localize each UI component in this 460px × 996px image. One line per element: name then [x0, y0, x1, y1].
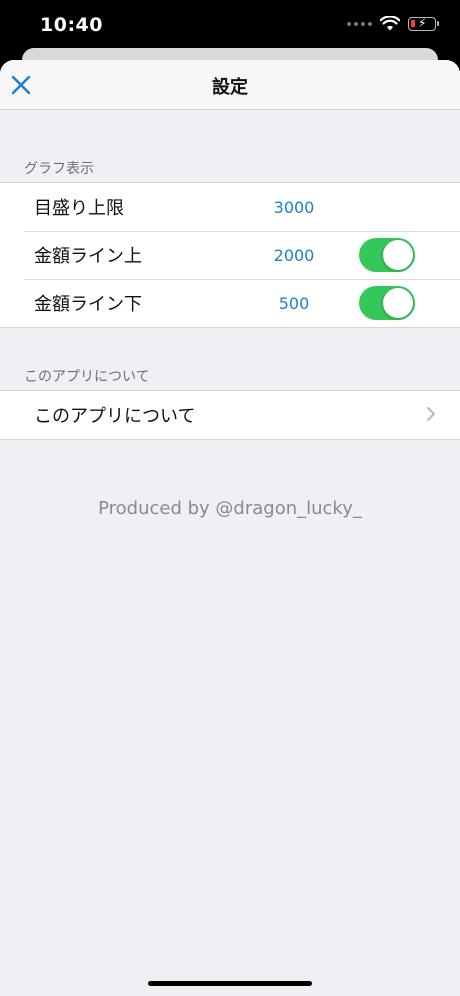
- row-label: 金額ライン上: [34, 246, 142, 267]
- battery-icon: ⚡: [408, 16, 439, 31]
- graph-settings-group: 目盛り上限 3000 金額ライン上 2000 金額ライン下 500: [0, 182, 460, 328]
- row-amount-line-lower[interactable]: 金額ライン下 500: [0, 279, 460, 327]
- row-label: このアプリについて: [34, 406, 196, 427]
- row-label: 目盛り上限: [34, 198, 124, 219]
- status-indicators: ⚡: [347, 16, 439, 31]
- toggle-knob: [383, 288, 413, 318]
- settings-sheet: 設定 グラフ表示 目盛り上限 3000 金額ライン上 2000 金額ライン下 5…: [0, 60, 460, 996]
- chevron-right-icon: [427, 407, 435, 421]
- home-indicator: [148, 981, 312, 986]
- row-label: 金額ライン下: [34, 294, 142, 315]
- wifi-icon: [380, 16, 400, 31]
- footer-credit: Produced by @dragon_lucky_: [98, 498, 362, 519]
- section-header-about: このアプリについて: [24, 369, 150, 385]
- cellular-signal-icon: [347, 21, 372, 26]
- scale-max-value[interactable]: 3000: [244, 198, 344, 217]
- row-about-app[interactable]: このアプリについて: [0, 391, 460, 439]
- section-header-graph: グラフ表示: [24, 161, 94, 177]
- row-amount-line-upper[interactable]: 金額ライン上 2000: [0, 231, 460, 279]
- page-title: 設定: [212, 77, 248, 98]
- row-scale-max[interactable]: 目盛り上限 3000: [0, 183, 460, 231]
- amount-line-lower-toggle[interactable]: [359, 286, 415, 320]
- toggle-knob: [383, 240, 413, 270]
- amount-line-upper-toggle[interactable]: [359, 238, 415, 272]
- nav-bar: 設定: [0, 60, 460, 110]
- amount-line-lower-value[interactable]: 500: [244, 294, 344, 313]
- about-group: このアプリについて: [0, 390, 460, 440]
- status-bar: 10:40 ⚡: [0, 0, 460, 50]
- amount-line-upper-value[interactable]: 2000: [244, 246, 344, 265]
- status-time: 10:40: [40, 14, 103, 36]
